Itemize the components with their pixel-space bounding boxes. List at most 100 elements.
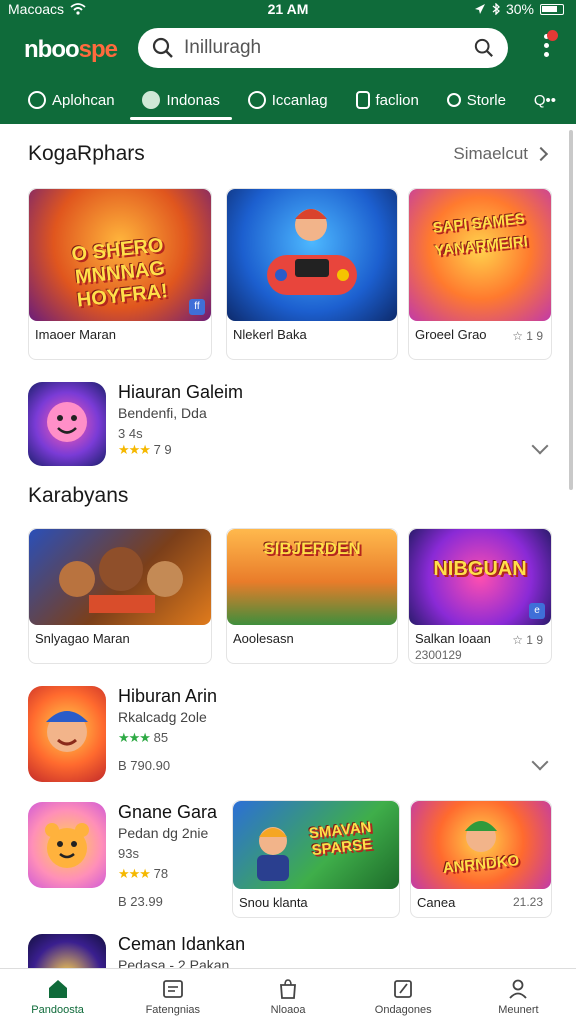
game-card[interactable]: SAPI SAMES YANARMEIRI Groeel Grao ☆ 1 9 (408, 188, 552, 360)
app-icon (28, 934, 106, 968)
nav-item-pandoosta[interactable]: Pandoosta (0, 969, 115, 1024)
app-subtitle: Pedan dg 2nie (118, 825, 209, 841)
search-input[interactable] (184, 37, 474, 59)
game-rating: ☆ 1 9 (512, 633, 543, 647)
edit-icon (394, 979, 413, 998)
battery-icon (540, 3, 564, 15)
list-item[interactable]: Gnane Gara Pedan dg 2nie 93s ★★★ 78 (28, 802, 228, 888)
badge-icon: ff (189, 299, 205, 315)
nav-item-meunert[interactable]: Meunert (461, 969, 576, 1024)
home-icon (48, 979, 67, 998)
battery-percent: 30% (505, 1, 534, 17)
bear-icon (45, 823, 89, 868)
app-name: Hiauran Galeim (118, 382, 244, 402)
app-subtitle: Bendenfi, Dda (118, 405, 207, 421)
tab-faclion[interactable]: faclion (352, 84, 423, 116)
gamepad-icon (267, 255, 357, 295)
tab-label: Aplohcan (52, 91, 115, 109)
game-name: Snlyagao Maran (35, 631, 130, 646)
leaf-icon (142, 91, 161, 109)
app-price: B 23.99 (118, 894, 163, 909)
logo-text-main: nboo (24, 36, 80, 63)
rating-value: 7 9 (153, 442, 172, 457)
game-art (29, 529, 211, 625)
character-icon (465, 821, 497, 852)
section-title: Karabyans (28, 484, 129, 507)
search-bar[interactable] (138, 28, 508, 68)
game-name: Nlekerl Baka (233, 327, 307, 342)
compass-icon (28, 91, 46, 109)
list-item[interactable]: Hiburan Arin Rkalcadg 2ole ★★★ 85 B 790.… (28, 686, 552, 782)
see-all-label: Simaelcut (453, 144, 528, 163)
search-submit-icon[interactable] (474, 38, 494, 58)
nav-label: Pandoosta (31, 1003, 84, 1016)
game-card[interactable]: ANRNDKO Canea 21.23 (410, 800, 552, 918)
tab-label: Indonas (166, 91, 220, 109)
badge-icon: e (529, 603, 545, 619)
game-card[interactable]: Snlyagao Maran (28, 528, 212, 664)
list-item[interactable]: Hiauran Galeim Bendenfi, Dda 3 4s ★★★ 7 … (28, 382, 552, 466)
game-card[interactable]: SMAVAN SPARSE Snou klanta (232, 800, 400, 918)
nav-item-nloaoa[interactable]: Nloaoa (230, 969, 345, 1024)
characters-icon (59, 547, 183, 613)
tab-label: Q•• (533, 91, 556, 109)
game-art: SMAVAN SPARSE (233, 801, 399, 889)
star-icons: ★★★ (118, 730, 151, 745)
tab-indonas[interactable]: Indonas (130, 84, 233, 120)
game-art-title: SAPI SAMES YANARMEIRI (431, 210, 529, 260)
more-options-icon[interactable] (540, 30, 558, 62)
person-icon (446, 93, 461, 107)
app-icon (28, 382, 106, 466)
tab-iccanlag[interactable]: Iccanlag (244, 84, 332, 116)
location-icon (474, 4, 485, 14)
game-art (227, 189, 397, 321)
game-card[interactable]: NIBGUAN e Salkan Ioaan 2300129 ☆ 1 9 (408, 528, 552, 664)
game-card[interactable]: Nlekerl Baka (226, 188, 398, 360)
app-rating: ★★★ 7 9 (118, 442, 172, 458)
app-subtitle: Rkalcadg 2ole (118, 709, 207, 725)
list-item[interactable]: Ceman Idankan Pedasa - 2 Pakan (28, 934, 552, 968)
nav-item-fatengnias[interactable]: Fatengnias (115, 969, 230, 1024)
app-name: Gnane Gara (118, 802, 218, 822)
game-rating: 21.23 (512, 895, 543, 909)
bluetooth-icon (492, 3, 500, 15)
app-size: 93s (118, 846, 139, 861)
chevron-down-icon[interactable] (531, 437, 549, 455)
star-icons: ★★★ (118, 866, 151, 881)
tab-more[interactable]: Q•• (530, 84, 560, 116)
tab-storle[interactable]: Storle (443, 84, 510, 116)
person-icon (509, 979, 528, 999)
app-size: 3 4s (118, 426, 143, 441)
bottom-navigation: Pandoosta Fatengnias Nloaoa Ondagones Me… (0, 968, 576, 1024)
app-name: Ceman Idankan (118, 934, 246, 954)
game-card[interactable]: SIBJERDEN Aoolesasn (226, 528, 398, 664)
chevron-right-icon (533, 146, 549, 162)
character-icon (257, 827, 289, 881)
game-card[interactable]: O SHERO MNNNAG HOYFRA! ff Imaoer Maran (28, 188, 212, 360)
nav-label: Fatengnias (145, 1003, 201, 1016)
game-rating: ☆ 1 9 (512, 329, 543, 343)
phone-icon (355, 91, 370, 109)
app-header: Macoacs 21 AM 30% nboospe Aplohcan Indon… (0, 0, 576, 124)
game-name: Imaoer Maran (35, 327, 116, 342)
category-tabs: Aplohcan Indonas Iccanlag faclion Storle… (0, 84, 576, 124)
game-art: O SHERO MNNNAG HOYFRA! ff (29, 189, 211, 321)
app-logo[interactable]: nboospe (24, 36, 118, 64)
tab-aplohcan[interactable]: Aplohcan (24, 84, 119, 116)
game-name: Snou klanta (239, 895, 308, 910)
game-art-title: NIBGUAN (433, 557, 527, 580)
status-bar: Macoacs 21 AM 30% (0, 0, 576, 20)
app-subtitle: Pedasa - 2 Pakan (118, 957, 230, 968)
scrollbar[interactable] (569, 130, 573, 490)
tab-label: faclion (375, 91, 419, 109)
logo-text-accent: spe (78, 36, 118, 63)
rating-value: 85 (153, 730, 169, 745)
see-all-link[interactable]: Simaelcut (453, 144, 549, 164)
star-icons: ★★★ (118, 442, 151, 457)
character-icon (46, 711, 88, 752)
chevron-down-icon[interactable] (531, 753, 549, 771)
section-title: KogaRphars (28, 142, 145, 165)
tab-label: Iccanlag (271, 91, 328, 109)
nav-item-ondagones[interactable]: Ondagones (346, 969, 461, 1024)
game-art: NIBGUAN e (409, 529, 551, 625)
